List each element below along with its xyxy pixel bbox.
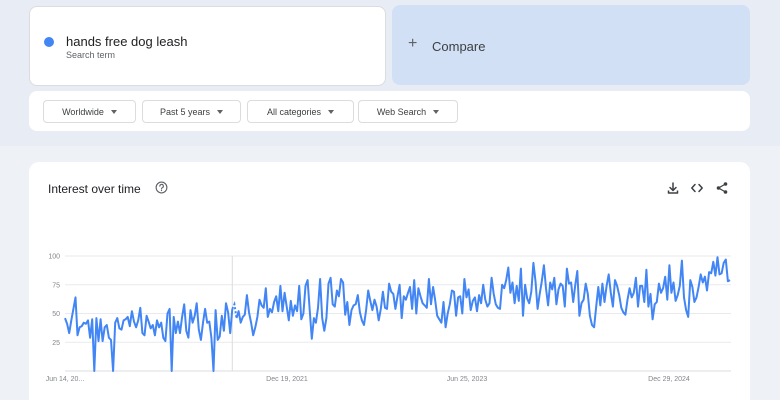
x-tick-label: Dec 29, 2024 (648, 376, 690, 383)
region-dropdown[interactable]: Worldwide (43, 100, 136, 123)
time-range-dropdown[interactable]: Past 5 years (142, 100, 241, 123)
caret-down-icon (110, 109, 117, 114)
search-term-card[interactable]: hands free dog leash Search term (29, 6, 386, 86)
compare-button[interactable]: + Compare (392, 5, 750, 85)
plus-icon: + (408, 35, 418, 52)
compare-label: Compare (432, 39, 486, 54)
region-dropdown-label: Worldwide (62, 106, 104, 117)
search-term-subtitle: Search term (66, 50, 116, 60)
interest-over-time-card: Interest over time 100 75 50 25 Jun 14, 20..… (29, 162, 750, 400)
search-type-dropdown-label: Web Search (376, 106, 427, 117)
caret-down-icon (328, 109, 335, 114)
y-tick-label: 75 (52, 282, 60, 289)
interest-line-chart[interactable]: 100 75 50 25 Jun 14, 20... Dec 19, 2021 Jun 25… (29, 162, 750, 400)
caret-down-icon (433, 109, 440, 114)
search-type-dropdown[interactable]: Web Search (358, 100, 458, 123)
x-tick-label: Jun 14, 20... (46, 376, 85, 383)
caret-down-icon (217, 109, 224, 114)
y-tick-label: 25 (52, 340, 60, 347)
y-tick-label: 50 (52, 311, 60, 318)
search-term-label[interactable]: hands free dog leash (66, 34, 187, 49)
filter-bar: Worldwide Past 5 years All categories We… (29, 91, 750, 131)
x-tick-label: Jun 25, 2023 (447, 376, 488, 383)
series-line[interactable] (235, 256, 731, 340)
time-range-dropdown-label: Past 5 years (159, 106, 211, 117)
x-tick-label: Dec 19, 2021 (266, 376, 308, 383)
series-color-dot (44, 37, 54, 47)
category-dropdown[interactable]: All categories (247, 100, 354, 123)
series-line[interactable] (64, 296, 234, 372)
category-dropdown-label: All categories (266, 106, 322, 117)
y-tick-label: 100 (48, 254, 60, 261)
